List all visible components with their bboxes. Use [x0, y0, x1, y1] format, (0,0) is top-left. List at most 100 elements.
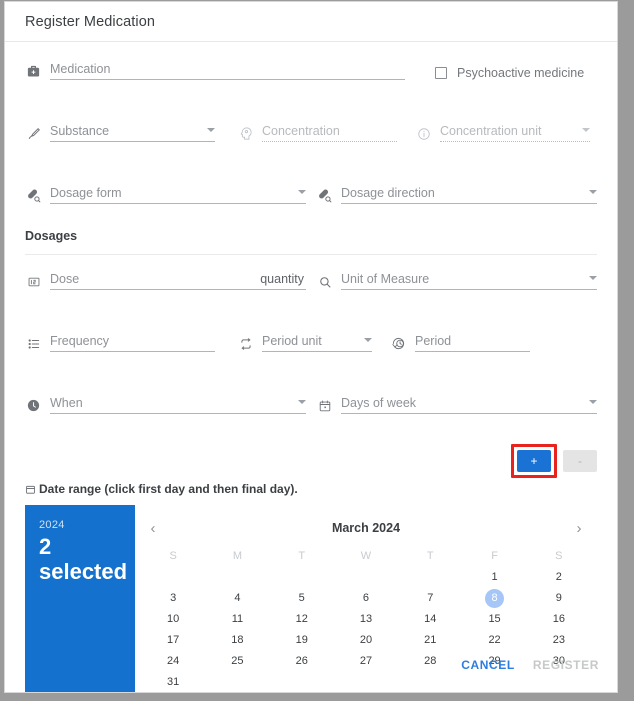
calendar-day-2[interactable]: 2 [527, 567, 591, 588]
chevron-down-icon[interactable] [364, 338, 372, 342]
chevron-down-icon[interactable] [589, 400, 597, 404]
dosage-form-field[interactable]: Dosage form [25, 182, 306, 208]
when-row: When Days of week [25, 392, 597, 418]
calendar-icon [316, 397, 333, 414]
calendar-day-11[interactable]: 11 [205, 609, 269, 630]
chevron-right-icon[interactable]: › [567, 520, 591, 537]
days-of-week-field[interactable]: Days of week [316, 392, 597, 418]
calendar-day-label: 5 [298, 592, 305, 604]
chevron-down-icon[interactable] [582, 128, 590, 132]
psychoactive-checkbox-row[interactable]: Psychoactive medicine [435, 66, 584, 84]
dosage-direction-input[interactable]: Dosage direction [341, 182, 597, 204]
calendar-day-1[interactable]: 1 [462, 567, 526, 588]
add-dosage-button[interactable]: + [517, 450, 551, 472]
calendar-summary-panel: 2024 2 selected [25, 505, 135, 692]
dosage-form-input[interactable]: Dosage form [50, 182, 306, 204]
period-unit-input[interactable]: Period unit [262, 330, 372, 352]
calendar-day-10[interactable]: 10 [141, 609, 205, 630]
calendar-day-17[interactable]: 17 [141, 630, 205, 651]
calendar-day-8[interactable]: 8 [462, 588, 526, 609]
concentration-unit-field[interactable]: Concentration unit [415, 120, 590, 146]
concentration-unit-input[interactable]: Concentration unit [440, 120, 590, 142]
when-field[interactable]: When [25, 392, 306, 418]
calendar-day-13[interactable]: 13 [334, 609, 398, 630]
period-field[interactable]: Period [390, 330, 530, 356]
calendar-selected-status: selected [39, 558, 128, 584]
calendar-day-14[interactable]: 14 [398, 609, 462, 630]
calendar-day-27[interactable]: 27 [334, 651, 398, 672]
when-input[interactable]: When [50, 392, 306, 414]
days-of-week-input[interactable]: Days of week [341, 392, 597, 414]
dialog-title: Register Medication [25, 13, 156, 30]
chevron-down-icon[interactable] [298, 190, 306, 194]
substance-placeholder: Substance [50, 123, 110, 138]
calendar-day-24[interactable]: 24 [141, 651, 205, 672]
calendar-day-label: 31 [167, 676, 180, 688]
substance-input[interactable]: Substance [50, 120, 215, 142]
calendar-day-9[interactable]: 9 [527, 588, 591, 609]
concentration-placeholder: Concentration [262, 123, 340, 138]
chevron-left-icon[interactable]: ‹ [141, 520, 165, 537]
list-icon [25, 335, 42, 352]
calendar-day-18[interactable]: 18 [205, 630, 269, 651]
frequency-field[interactable]: Frequency [25, 330, 215, 356]
calendar-day-16[interactable]: 16 [527, 609, 591, 630]
concentration-field[interactable]: Concentration [237, 120, 397, 146]
calendar-day-26[interactable]: 26 [270, 651, 334, 672]
dose-input[interactable]: Dose quantity [50, 268, 306, 290]
psychoactive-checkbox[interactable] [435, 67, 447, 79]
calendar-day-label: 21 [424, 634, 437, 646]
unit-of-measure-input[interactable]: Unit of Measure [341, 268, 597, 290]
remove-dosage-button[interactable]: - [563, 450, 597, 472]
period-placeholder: Period [415, 333, 452, 348]
chevron-down-icon[interactable] [207, 128, 215, 132]
cancel-button[interactable]: CANCEL [461, 658, 515, 672]
calendar-day-21[interactable]: 21 [398, 630, 462, 651]
psychoactive-label: Psychoactive medicine [457, 66, 585, 80]
calendar-day-28[interactable]: 28 [398, 651, 462, 672]
dosage-direction-field[interactable]: Dosage direction [316, 182, 597, 208]
calendar-day-label: 20 [359, 634, 373, 646]
medication-field[interactable]: Medication [25, 58, 405, 84]
calendar-day-20[interactable]: 20 [334, 630, 398, 651]
calendar-day-label: 12 [295, 613, 308, 625]
calendar-day-label: 27 [359, 655, 373, 667]
calendar-day-23[interactable]: 23 [527, 630, 591, 651]
chevron-down-icon[interactable] [589, 190, 597, 194]
chevron-down-icon[interactable] [298, 400, 306, 404]
unit-of-measure-placeholder: Unit of Measure [341, 271, 430, 286]
calendar-day-7[interactable]: 7 [398, 588, 462, 609]
calendar-day-label: 24 [167, 655, 180, 667]
calendar-day-4[interactable]: 4 [205, 588, 269, 609]
period-unit-field[interactable]: Period unit [237, 330, 372, 356]
calendar-day-label: 18 [231, 634, 244, 646]
calendar-day-label: 13 [359, 613, 373, 625]
calendar-day-25[interactable]: 25 [205, 651, 269, 672]
pill-search-icon [25, 187, 42, 204]
calendar-day-22[interactable]: 22 [462, 630, 526, 651]
register-button[interactable]: REGISTER [533, 658, 599, 672]
calendar-day-label: 7 [427, 592, 434, 604]
substance-field[interactable]: Substance [25, 120, 215, 146]
calendar-days-grid: 1 2 3 4 5 6 7 8 9 10 11 12 13 14 15 16 17 18 19 20 21 22 23 24 2… [141, 567, 591, 692]
calendar-day-19[interactable]: 19 [270, 630, 334, 651]
calendar-day-blank [398, 567, 462, 588]
calendar-day-5[interactable]: 5 [270, 588, 334, 609]
calendar-dow-1: M [232, 550, 242, 562]
calendar-day-12[interactable]: 12 [270, 609, 334, 630]
calendar-day-15[interactable]: 15 [462, 609, 526, 630]
chevron-down-icon[interactable] [589, 276, 597, 280]
medical-kit-icon [25, 63, 42, 80]
period-input[interactable]: Period [415, 330, 530, 352]
unit-of-measure-field[interactable]: Unit of Measure [316, 268, 597, 294]
dosages-title: Dosages [25, 229, 78, 243]
calendar-day-31[interactable]: 31 [141, 672, 205, 692]
concentration-input[interactable]: Concentration [262, 120, 397, 142]
medication-input[interactable]: Medication [50, 58, 405, 80]
dialog-body: Medication Psychoactive medicine Substan… [5, 58, 617, 692]
calendar-month-title: March 2024 [331, 521, 401, 535]
dose-field[interactable]: Dose quantity [25, 268, 306, 294]
frequency-input[interactable]: Frequency [50, 330, 215, 352]
calendar-day-6[interactable]: 6 [334, 588, 398, 609]
calendar-day-3[interactable]: 3 [141, 588, 205, 609]
